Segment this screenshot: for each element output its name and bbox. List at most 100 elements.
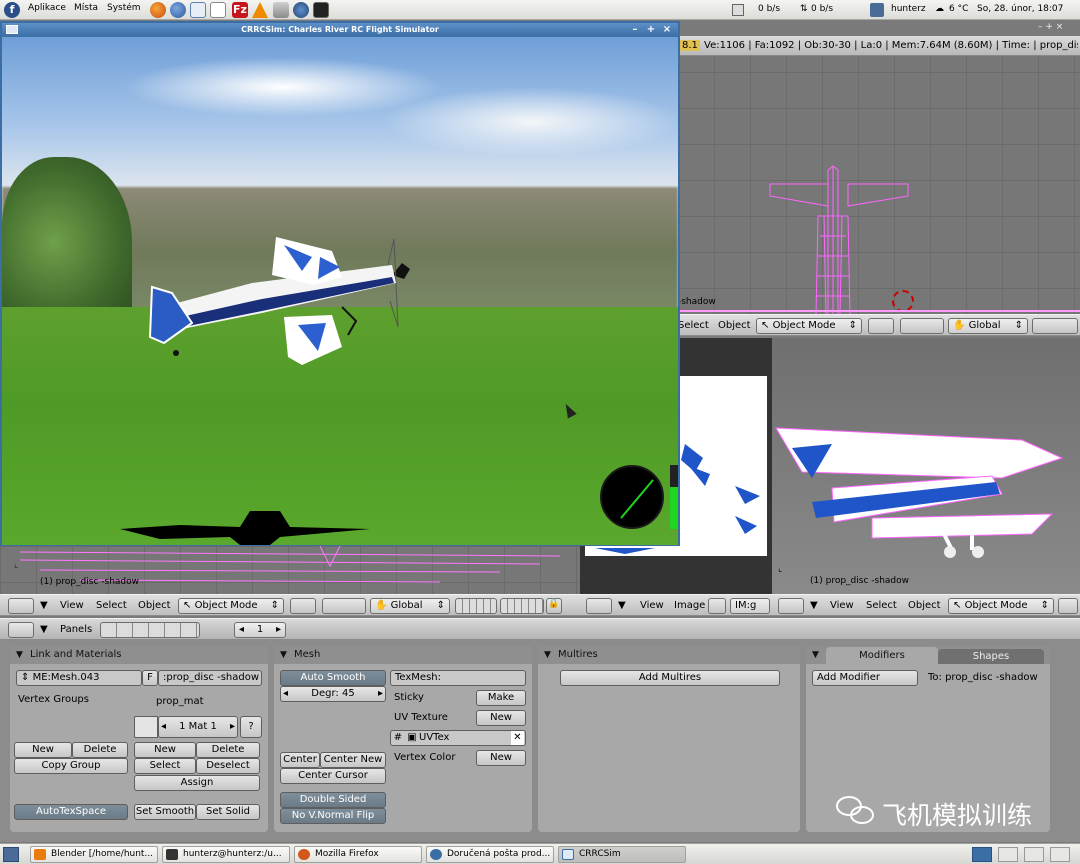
menu-image[interactable]: Image bbox=[674, 600, 705, 611]
menu-view[interactable]: View bbox=[60, 600, 84, 611]
pivot-dropdown[interactable] bbox=[900, 318, 944, 334]
task-crrcsim[interactable]: CRRCSim bbox=[558, 846, 686, 863]
layer-buttons-a[interactable] bbox=[455, 598, 497, 614]
sticky-make-button[interactable]: Make bbox=[476, 690, 526, 706]
layer-buttons[interactable] bbox=[1032, 318, 1078, 334]
viewport-left[interactable]: ⌞ (1) prop_disc -shadow bbox=[0, 546, 580, 594]
crrcsim-window[interactable]: CRRCSim: Charles River RC Flight Simulat… bbox=[0, 21, 680, 546]
orientation-dropdown[interactable]: ✋ Global ⇕ bbox=[948, 318, 1028, 334]
fedora-logo-icon[interactable]: f bbox=[4, 2, 20, 18]
material-new-button[interactable]: New bbox=[134, 742, 196, 758]
window-menu-icon[interactable] bbox=[6, 25, 18, 34]
crrcsim-title-bar[interactable]: CRRCSim: Charles River RC Flight Simulat… bbox=[2, 23, 678, 37]
task-blender[interactable]: Blender [/home/hunt... bbox=[30, 846, 158, 863]
tab-modifiers[interactable]: Modifiers bbox=[826, 647, 938, 664]
mesh-name-field[interactable]: ⇕ ME:Mesh.043 bbox=[16, 670, 142, 686]
object-name-field[interactable]: :prop_disc -shadow bbox=[158, 670, 262, 686]
uvtex-render-icon[interactable]: ▣ bbox=[405, 731, 419, 745]
decrement-icon[interactable]: ◂ bbox=[239, 623, 244, 637]
close-window-button[interactable]: × bbox=[660, 23, 674, 37]
material-delete-button[interactable]: Delete bbox=[196, 742, 260, 758]
vertex-color-new-button[interactable]: New bbox=[476, 750, 526, 766]
workspace-1[interactable] bbox=[972, 847, 992, 862]
autotexspace-toggle[interactable]: AutoTexSpace bbox=[14, 804, 128, 820]
task-mail[interactable]: Doručená pošta prod... bbox=[426, 846, 554, 863]
panel-header[interactable]: ▼ Link and Materials bbox=[10, 646, 268, 664]
vertex-group-new-button[interactable]: New bbox=[14, 742, 72, 758]
uv-texture-new-button[interactable]: New bbox=[476, 710, 526, 726]
editor-type-dropdown[interactable] bbox=[8, 622, 34, 638]
frame-number-field[interactable]: ◂ 1 ▸ bbox=[234, 622, 286, 638]
menu-view[interactable]: View bbox=[640, 600, 664, 611]
increment-icon[interactable]: ▸ bbox=[378, 687, 385, 701]
task-firefox[interactable]: Mozilla Firefox bbox=[294, 846, 422, 863]
viewport-bottom-right[interactable]: ⌞ (1) prop_disc -shadow bbox=[772, 338, 1080, 594]
network-icon[interactable] bbox=[190, 2, 206, 18]
panels-menu[interactable]: Panels bbox=[60, 624, 92, 635]
decrement-icon[interactable]: ◂ bbox=[281, 687, 288, 701]
editor-type-dropdown[interactable] bbox=[778, 598, 804, 614]
context-buttons[interactable] bbox=[100, 622, 200, 638]
collapse-menu-icon[interactable]: ▼ bbox=[40, 600, 48, 611]
center-new-button[interactable]: Center New bbox=[320, 752, 386, 768]
workspace-3[interactable] bbox=[1024, 847, 1044, 862]
menu-view[interactable]: View bbox=[830, 600, 854, 611]
pivot-dropdown[interactable] bbox=[322, 598, 366, 614]
add-multires-button[interactable]: Add Multires bbox=[560, 670, 780, 686]
image-browse-field[interactable]: IM:g bbox=[730, 598, 770, 614]
maximize-area-icon[interactable]: + bbox=[1045, 22, 1053, 32]
task-terminal[interactable]: hunterz@hunterz:/u... bbox=[162, 846, 290, 863]
firefox-icon[interactable] bbox=[150, 2, 166, 18]
globe-icon[interactable] bbox=[293, 2, 309, 18]
temperature[interactable]: 6 °C bbox=[949, 4, 968, 14]
fake-user-button[interactable]: F bbox=[142, 670, 158, 686]
maximize-window-button[interactable]: + bbox=[644, 23, 658, 37]
material-index-field[interactable]: ◂ 1 Mat 1 ▸ bbox=[158, 716, 238, 738]
orientation-dropdown[interactable]: ✋ Global ⇕ bbox=[370, 598, 450, 614]
copy-group-button[interactable]: Copy Group bbox=[14, 758, 128, 774]
menu-aplikace[interactable]: Aplikace bbox=[28, 3, 66, 13]
collapse-menu-icon[interactable]: ▼ bbox=[618, 600, 626, 611]
menu-system[interactable]: Systém bbox=[107, 3, 141, 13]
workspace-2[interactable] bbox=[998, 847, 1018, 862]
increment-icon[interactable]: ▸ bbox=[276, 623, 281, 637]
draw-type-dropdown[interactable] bbox=[868, 318, 894, 334]
material-color-swatch[interactable] bbox=[134, 716, 158, 738]
object-mode-dropdown[interactable]: ↖ Object Mode ⇕ bbox=[178, 598, 284, 614]
panel-header[interactable]: ▼ Mesh bbox=[274, 646, 532, 664]
workspace-4[interactable] bbox=[1050, 847, 1070, 862]
uvtex-layer-field[interactable]: # ▣ UVTex ✕ bbox=[390, 730, 526, 746]
material-help-button[interactable]: ? bbox=[240, 716, 262, 738]
center-button[interactable]: Center bbox=[280, 752, 320, 768]
draw-type-dropdown[interactable] bbox=[290, 598, 316, 614]
menu-select[interactable]: Select bbox=[96, 600, 127, 611]
layer-buttons-b[interactable] bbox=[500, 598, 544, 614]
material-assign-button[interactable]: Assign bbox=[134, 775, 260, 791]
uvtex-remove-icon[interactable]: ✕ bbox=[511, 731, 524, 745]
browse-icon[interactable]: ⇕ bbox=[21, 672, 33, 683]
menu-select[interactable]: Select bbox=[678, 320, 709, 331]
filezilla-icon[interactable]: Fz bbox=[232, 2, 248, 18]
lock-icon[interactable]: 🔒 bbox=[546, 598, 562, 614]
set-smooth-button[interactable]: Set Smooth bbox=[134, 804, 196, 820]
auto-smooth-toggle[interactable]: Auto Smooth bbox=[280, 670, 386, 686]
material-deselect-button[interactable]: Deselect bbox=[196, 758, 260, 774]
collapse-icon[interactable]: ▼ bbox=[16, 646, 23, 664]
thunderbird-icon[interactable] bbox=[170, 2, 186, 18]
editor-type-dropdown[interactable] bbox=[8, 598, 34, 614]
material-select-button[interactable]: Select bbox=[134, 758, 196, 774]
collapse-icon[interactable]: ▼ bbox=[280, 646, 287, 664]
drive-icon[interactable] bbox=[273, 2, 289, 18]
increment-icon[interactable]: ▸ bbox=[230, 717, 237, 737]
viewport-top-right[interactable] bbox=[678, 36, 1080, 316]
menu-mista[interactable]: Místa bbox=[74, 3, 98, 13]
show-desktop-icon[interactable] bbox=[3, 847, 19, 862]
uvtex-active-icon[interactable]: # bbox=[391, 731, 405, 745]
decrement-icon[interactable]: ◂ bbox=[159, 717, 166, 737]
no-vnormal-flip-toggle[interactable]: No V.Normal Flip bbox=[280, 808, 386, 824]
user-name[interactable]: hunterz bbox=[891, 4, 926, 14]
minimize-window-button[interactable]: – bbox=[628, 23, 642, 37]
pin-image-button[interactable] bbox=[708, 598, 726, 614]
collapse-menu-icon[interactable]: ▼ bbox=[40, 624, 48, 635]
close-area-icon[interactable]: × bbox=[1056, 22, 1064, 32]
